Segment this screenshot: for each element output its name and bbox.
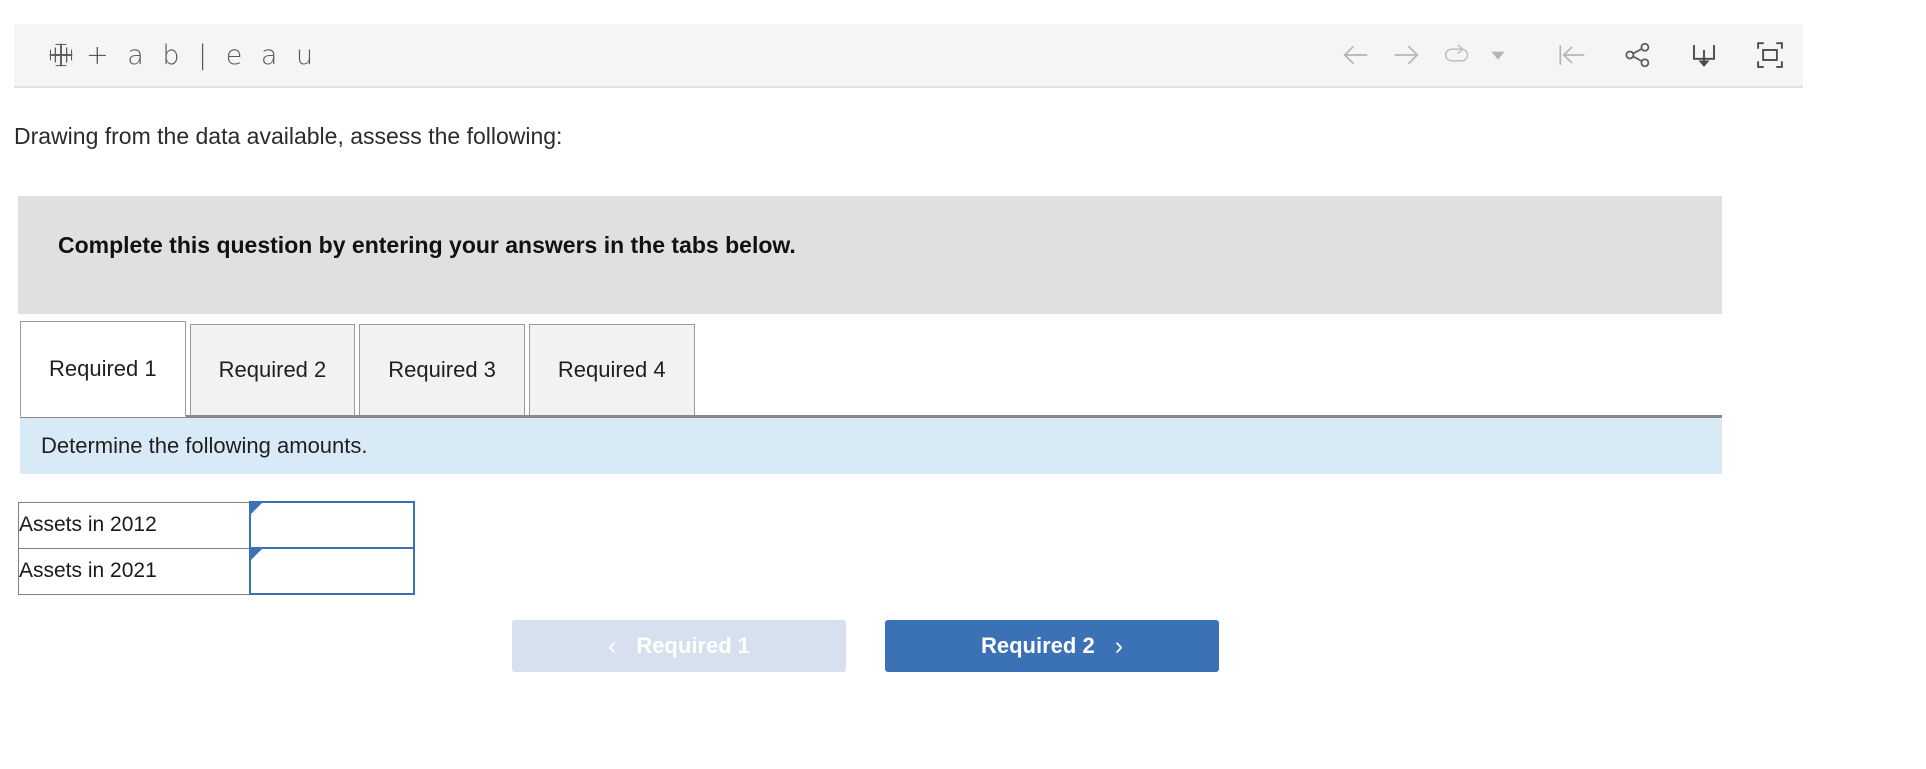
tab-navigation: ‹ Required 1 Required 2 › (512, 620, 1219, 672)
answer-cell-assets-2012[interactable] (248, 501, 415, 549)
back-arrow-icon[interactable] (1331, 24, 1381, 86)
tab-required-1[interactable]: Required 1 (20, 321, 186, 417)
tab-required-2[interactable]: Required 2 (189, 324, 356, 416)
forward-arrow-icon[interactable] (1381, 24, 1431, 86)
cell-corner-marker-icon (250, 503, 262, 514)
chevron-right-icon: › (1114, 631, 1124, 660)
cell-corner-marker-icon (250, 549, 262, 560)
download-icon[interactable] (1671, 24, 1737, 86)
fullscreen-icon[interactable] (1737, 24, 1803, 86)
dropdown-caret-icon[interactable] (1481, 24, 1515, 86)
tableau-logo: + a b | e a u (46, 40, 318, 71)
tab-instruction-text: Determine the following amounts. (41, 433, 368, 458)
tab-label: Required 1 (49, 356, 157, 381)
tab-instruction-bar: Determine the following amounts. (20, 415, 1722, 474)
toolbar-divider-gap (1515, 55, 1539, 56)
share-icon[interactable] (1605, 24, 1671, 86)
tab-required-3[interactable]: Required 3 (359, 324, 525, 416)
instruction-banner-text: Complete this question by entering your … (58, 232, 796, 258)
answer-input-assets-2021[interactable] (250, 549, 413, 593)
question-prompt: Drawing from the data available, assess … (14, 123, 563, 149)
chevron-left-icon: ‹ (607, 631, 617, 660)
previous-required-label: Required 1 (636, 633, 751, 658)
row-label-assets-2021: Assets in 2021 (18, 547, 250, 595)
answer-cell-assets-2021[interactable] (248, 547, 415, 595)
tab-label: Required 2 (218, 357, 327, 382)
tableau-toolbar: + a b | e a u (14, 24, 1803, 88)
answer-input-assets-2012[interactable] (250, 503, 413, 547)
table-row: Assets in 2021 (18, 547, 415, 595)
tableau-wordmark: + a b | e a u (86, 39, 319, 71)
tab-label: Required 4 (557, 357, 666, 382)
requirement-tabs: Required 1 Required 2 Required 3 Require… (20, 320, 699, 417)
tab-label: Required 3 (388, 357, 496, 382)
tab-required-4[interactable]: Required 4 (528, 324, 695, 416)
answer-table: Assets in 2012 Assets in 2021 (18, 501, 415, 595)
next-required-button[interactable]: Required 2 › (885, 620, 1219, 672)
redo-revert-icon[interactable] (1431, 24, 1481, 86)
row-label-assets-2012: Assets in 2012 (18, 501, 250, 549)
instruction-banner: Complete this question by entering your … (18, 196, 1722, 314)
next-required-label: Required 2 (980, 633, 1095, 658)
table-row: Assets in 2012 (18, 501, 415, 549)
toolbar-actions (1331, 24, 1803, 86)
previous-required-button[interactable]: ‹ Required 1 (512, 620, 846, 672)
tableau-logo-icon (46, 40, 76, 70)
revert-all-icon[interactable] (1539, 24, 1605, 86)
